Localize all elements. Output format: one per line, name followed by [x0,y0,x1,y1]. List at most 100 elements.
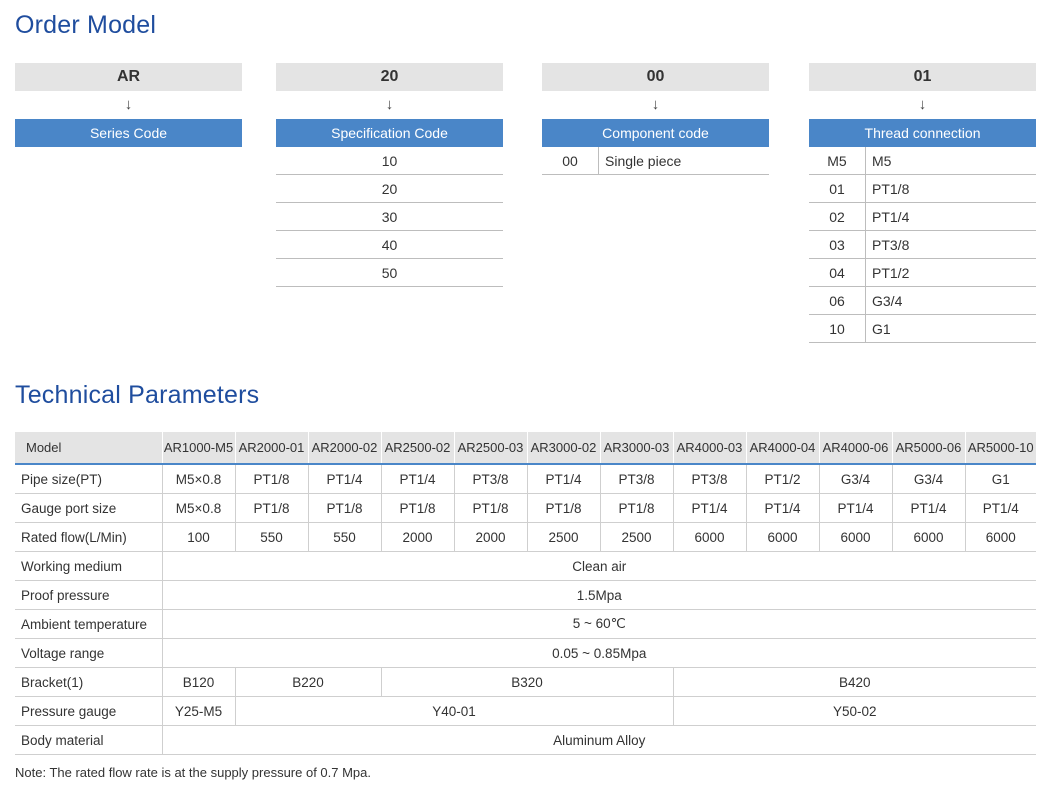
table-cell: 5 ~ 60℃ [161,609,1036,639]
technical-parameters-table: Model AR1000-M5 AR2000-01 AR2000-02 AR2500-… [15,432,1036,755]
table-cell: PT1/4 [526,464,600,494]
table-cell: PT1/4 [307,464,381,494]
thread-option: 06 G3/4 [809,287,1036,315]
table-cell: PT1/8 [380,493,454,523]
table-row: Working medium Clean air [15,551,1036,581]
order-column-header: Thread connection [809,119,1036,147]
option-key: 03 [809,231,866,258]
option-value: PT3/8 [872,237,910,253]
table-cell: B420 [672,667,1036,697]
table-cell: PT1/2 [745,464,819,494]
table-cell: PT1/8 [234,464,308,494]
table-cell: Clean air [161,551,1036,581]
down-arrow-icon: ↓ [918,96,927,113]
model-column-header: AR2000-01 [234,432,308,465]
table-row: Rated flow(L/Min) 100 550 550 2000 2000 2500 25… [15,522,1036,552]
footnote: Note: The rated flow rate is at the supp… [15,765,372,780]
thread-option: 01 PT1/8 [809,175,1036,203]
table-cell: 6000 [818,522,892,552]
table-cell: PT1/8 [599,493,673,523]
order-column-series: AR ↓ Series Code [15,63,242,147]
thread-option: 04 PT1/2 [809,259,1036,287]
option-key: 04 [809,259,866,286]
order-column-header: Specification Code [276,119,503,147]
order-column-component: 00 ↓ Component code 00 Single piece [542,63,769,175]
table-row: Voltage range 0.05 ~ 0.85Mpa [15,638,1036,668]
table-cell: PT1/8 [234,493,308,523]
table-cell: B220 [234,667,381,697]
model-column-header: AR2500-03 [453,432,527,465]
table-cell: B120 [161,667,235,697]
model-column-header: AR2500-02 [380,432,454,465]
thread-option: M5 M5 [809,147,1036,175]
table-cell: PT1/4 [891,493,965,523]
table-cell: 550 [234,522,308,552]
option-value: M5 [872,153,892,169]
order-column-specification: 20 ↓ Specification Code 10 20 30 40 50 [276,63,503,287]
table-cell: PT1/4 [672,493,746,523]
row-label: Working medium [15,551,162,581]
model-column-header: AR3000-03 [599,432,673,465]
option-key: 10 [809,315,866,342]
option-value: PT1/2 [872,265,910,281]
order-code: 20 [276,63,503,91]
table-cell: PT1/4 [745,493,819,523]
row-label: Pipe size(PT) [15,464,162,494]
order-model-title: Order Model [15,11,157,39]
table-cell: Y40-01 [234,696,673,726]
table-cell: Y50-02 [672,696,1036,726]
table-cell: B320 [380,667,673,697]
table-cell: Aluminum Alloy [161,725,1036,755]
model-column-header: AR5000-06 [891,432,965,465]
down-arrow-icon: ↓ [651,96,660,113]
table-cell: PT1/4 [380,464,454,494]
table-cell: 1.5Mpa [161,580,1036,610]
row-label: Ambient temperature [15,609,162,639]
table-cell: PT3/8 [453,464,527,494]
option-value: G1 [872,321,891,337]
option-key: 02 [809,203,866,230]
down-arrow-icon: ↓ [124,96,133,113]
table-cell: G1 [964,464,1036,494]
table-row: Gauge port size M5×0.8 PT1/8 PT1/8 PT1/8 PT1/… [15,493,1036,523]
table-cell: G3/4 [891,464,965,494]
model-column-header: AR4000-04 [745,432,819,465]
table-row: Body material Aluminum Alloy [15,725,1036,755]
row-label: Proof pressure [15,580,162,610]
table-cell: PT1/8 [307,493,381,523]
thread-option: 03 PT3/8 [809,231,1036,259]
table-cell: PT1/4 [964,493,1036,523]
table-body: Pipe size(PT) M5×0.8 PT1/8 PT1/4 PT1/4 PT3/8 P… [15,464,1036,755]
row-label: Gauge port size [15,493,162,523]
table-cell: PT3/8 [672,464,746,494]
spec-option: 10 [276,147,503,175]
order-column-header: Series Code [15,119,242,147]
order-code: AR [15,63,242,91]
option-key: 01 [809,175,866,202]
option-value: PT1/8 [872,181,910,197]
component-option: 00 Single piece [542,147,769,175]
table-cell: M5×0.8 [161,493,235,523]
model-column-header: AR3000-02 [526,432,600,465]
table-cell: 550 [307,522,381,552]
table-cell: Y25-M5 [161,696,235,726]
row-label: Pressure gauge [15,696,162,726]
table-cell: 2500 [599,522,673,552]
table-row: Bracket(1) B120 B220 B320 B420 [15,667,1036,697]
thread-option: 02 PT1/4 [809,203,1036,231]
model-column-header: AR4000-06 [818,432,892,465]
option-key: 00 [542,147,599,174]
order-column-thread: 01 ↓ Thread connection M5 M5 01 PT1/8 02 PT… [809,63,1036,343]
order-code: 00 [542,63,769,91]
row-label: Rated flow(L/Min) [15,522,162,552]
table-cell: G3/4 [818,464,892,494]
technical-parameters-title: Technical Parameters [15,381,260,409]
spec-option: 20 [276,175,503,203]
spec-option: 30 [276,203,503,231]
row-label: Body material [15,725,162,755]
table-cell: 6000 [672,522,746,552]
option-key: M5 [809,147,866,174]
table-cell: 0.05 ~ 0.85Mpa [161,638,1036,668]
table-cell: 2000 [453,522,527,552]
order-code: 01 [809,63,1036,91]
